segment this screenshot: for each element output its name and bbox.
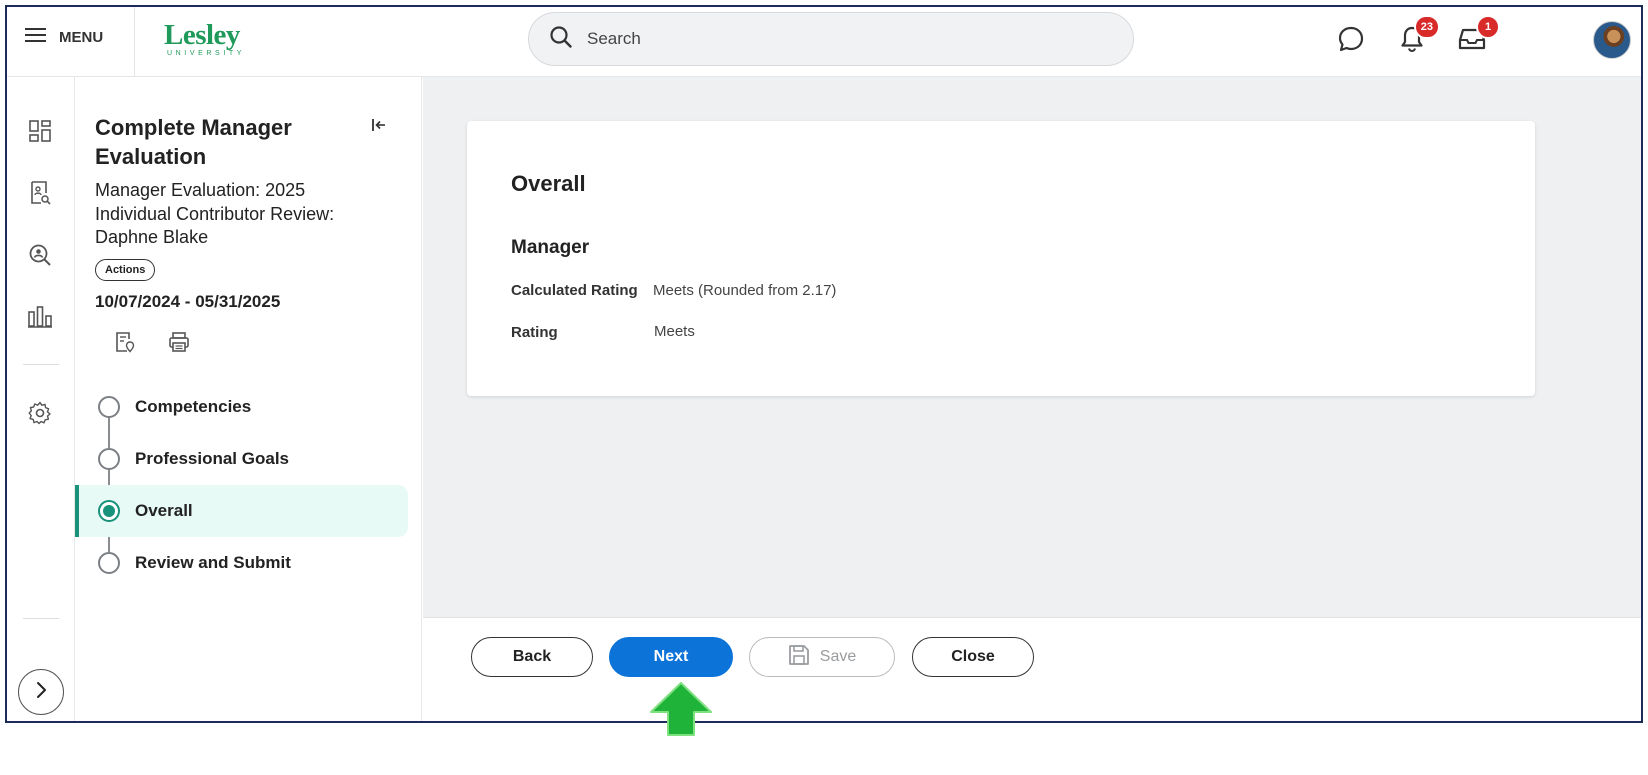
step-label: Overall <box>135 501 193 520</box>
rail-divider-bottom <box>23 618 59 619</box>
logo-wordmark: Lesley <box>164 19 240 51</box>
bar-chart-icon <box>28 305 52 333</box>
expand-rail-button[interactable] <box>18 669 64 715</box>
step-competencies[interactable]: Competencies <box>75 381 408 433</box>
step-review-and-submit[interactable]: Review and Submit <box>75 537 408 589</box>
actions-button[interactable]: Actions <box>95 259 156 281</box>
field-value-rating: Meets <box>654 323 695 340</box>
gear-icon <box>28 401 52 430</box>
step-overall[interactable]: Overall <box>75 485 408 537</box>
menu-button[interactable]: MENU <box>25 27 103 47</box>
profile-doc-button[interactable] <box>24 179 56 211</box>
action-footer: Back Next Save Close <box>423 617 1641 721</box>
notifications-button[interactable]: 23 <box>1396 15 1440 57</box>
step-indicator-active <box>98 500 120 522</box>
step-label: Professional Goals <box>135 449 289 468</box>
save-label: Save <box>819 648 857 665</box>
profile-doc-icon <box>29 180 51 210</box>
step-label: Review and Submit <box>135 553 291 572</box>
rail-divider <box>23 364 59 365</box>
settings-button[interactable] <box>24 399 56 431</box>
section-title: Manager <box>511 237 590 258</box>
app-window: MENU Lesley UNIVERSITY 23 <box>5 5 1643 723</box>
card-title: Overall <box>511 171 586 196</box>
avatar[interactable] <box>1593 21 1631 59</box>
field-label-calculated-rating: Calculated Rating <box>511 282 638 299</box>
chevron-right-icon <box>34 681 48 704</box>
main-content: Overall Manager Calculated Rating Meets … <box>423 77 1641 617</box>
collapse-panel-button[interactable] <box>371 117 387 138</box>
task-subtitle: Manager Evaluation: 2025 Individual Cont… <box>95 180 335 247</box>
lesley-logo[interactable]: Lesley UNIVERSITY <box>164 19 246 58</box>
logo-subtext: UNIVERSITY <box>167 50 246 57</box>
left-rail <box>7 77 75 721</box>
printer-icon <box>168 331 190 358</box>
field-label-rating: Rating <box>511 324 558 341</box>
inbox-badge: 1 <box>1476 15 1500 39</box>
inbox-button[interactable]: 1 <box>1456 15 1500 57</box>
reports-button[interactable] <box>24 303 56 335</box>
step-indicator <box>98 552 120 574</box>
view-details-button[interactable] <box>113 331 137 358</box>
top-header: MENU Lesley UNIVERSITY 23 <box>7 7 1641 77</box>
task-panel: Complete Manager Evaluation Manager Eval… <box>75 77 422 721</box>
step-indicator <box>98 396 120 418</box>
overall-card: Overall Manager Calculated Rating Meets … <box>467 121 1535 396</box>
person-search-button[interactable] <box>24 241 56 273</box>
date-range: 10/07/2024 - 05/31/2025 <box>95 292 281 311</box>
annotation-arrow-up <box>649 682 713 736</box>
dashboard-button[interactable] <box>24 117 56 149</box>
collapse-left-icon <box>371 119 387 137</box>
save-button[interactable]: Save <box>749 637 895 677</box>
print-button[interactable] <box>167 331 191 358</box>
close-button[interactable]: Close <box>912 637 1034 677</box>
step-label: Competencies <box>135 397 252 416</box>
field-value-calculated-rating: Meets (Rounded from 2.17) <box>653 282 837 299</box>
search-icon <box>549 25 573 54</box>
search-input[interactable] <box>587 29 1067 49</box>
back-button[interactable]: Back <box>471 637 593 677</box>
chat-button[interactable] <box>1335 25 1367 57</box>
header-divider <box>134 7 135 77</box>
person-search-icon <box>28 243 52 272</box>
task-title: Complete Manager Evaluation <box>95 115 292 169</box>
hamburger-icon <box>25 27 47 47</box>
next-button[interactable]: Next <box>609 637 733 677</box>
dashboard-icon <box>29 119 51 147</box>
menu-label: MENU <box>59 28 104 46</box>
chat-icon <box>1337 25 1365 58</box>
search-bar[interactable] <box>528 12 1134 66</box>
document-pin-icon <box>115 331 135 358</box>
step-indicator <box>98 448 120 470</box>
save-icon <box>788 644 810 671</box>
notifications-badge: 23 <box>1413 15 1440 39</box>
step-professional-goals[interactable]: Professional Goals <box>75 433 408 485</box>
